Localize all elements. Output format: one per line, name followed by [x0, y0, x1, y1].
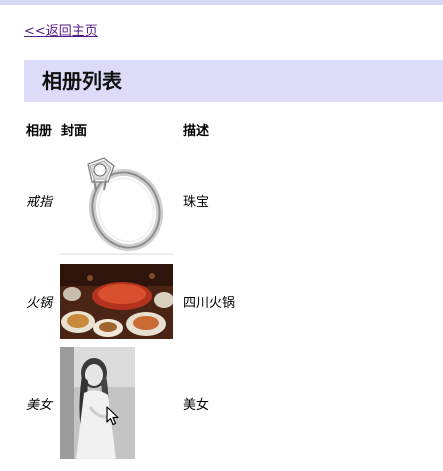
portrait-image — [60, 347, 135, 459]
mouse-pointer-icon — [106, 406, 119, 426]
album-name: 火锅 — [26, 296, 53, 311]
hotpot-image — [60, 264, 173, 339]
top-color-bar — [0, 0, 443, 5]
ring-image — [60, 150, 173, 255]
album-cover-portrait[interactable] — [60, 347, 135, 459]
album-name: 戒指 — [26, 195, 53, 210]
column-header-album: 相册 — [26, 124, 53, 139]
column-header-description: 描述 — [183, 124, 210, 139]
album-cover-hotpot[interactable] — [60, 264, 173, 339]
back-to-home-link[interactable]: <<返回主页 — [24, 23, 98, 41]
album-cover-ring[interactable] — [60, 150, 173, 255]
page-title: 相册列表 — [42, 69, 122, 93]
album-description: 美女 — [183, 398, 210, 413]
album-description: 四川火锅 — [183, 296, 236, 311]
column-header-cover: 封面 — [61, 124, 88, 139]
page-title-bar: 相册列表 — [24, 60, 443, 102]
album-description: 珠宝 — [183, 195, 210, 210]
album-name: 美女 — [26, 398, 53, 413]
